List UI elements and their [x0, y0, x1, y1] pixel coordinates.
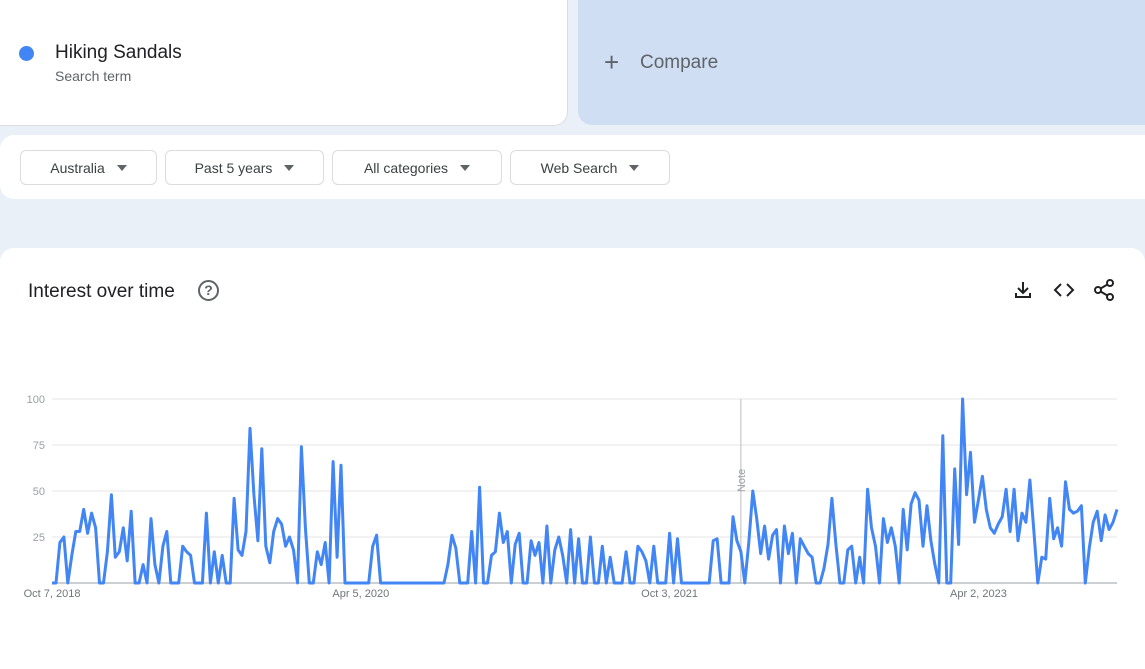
help-icon[interactable]: ?	[198, 280, 219, 301]
series-color-dot	[19, 46, 34, 61]
interest-over-time-panel: Interest over time ? 100 75 50 25 Oct 7, 201…	[0, 248, 1145, 669]
caret-down-icon	[116, 164, 127, 171]
caret-down-icon	[284, 164, 295, 171]
compare-label: Compare	[640, 52, 719, 73]
y-tick-label: 100	[27, 394, 45, 406]
caret-down-icon	[629, 164, 640, 171]
filter-bar: Australia Past 5 years All categories We…	[0, 135, 1145, 199]
search-term-name[interactable]: Hiking Sandals	[55, 42, 182, 64]
category-label: All categories	[363, 159, 449, 176]
x-tick-label: Apr 5, 2020	[332, 588, 389, 600]
series-line-hiking-sandals	[52, 397, 1119, 585]
share-icon[interactable]	[1092, 278, 1116, 302]
y-tick-label: 50	[33, 486, 45, 498]
panel-title: Interest over time	[28, 281, 175, 302]
note-annotation-label: Note	[736, 469, 748, 492]
caret-down-icon	[460, 164, 471, 171]
region-label: Australia	[50, 159, 105, 176]
download-icon[interactable]	[1011, 278, 1035, 302]
compare-button[interactable]: + Compare	[578, 0, 1145, 125]
search-term-subtitle: Search term	[55, 68, 132, 84]
embed-code-icon[interactable]	[1052, 278, 1076, 302]
y-tick-label: 25	[33, 532, 45, 544]
time-period-label: Past 5 years	[194, 159, 273, 176]
plus-icon: +	[604, 47, 620, 77]
category-dropdown[interactable]: All categories	[332, 150, 502, 185]
search-type-dropdown[interactable]: Web Search	[510, 150, 670, 185]
region-dropdown[interactable]: Australia	[20, 150, 157, 185]
x-tick-label: Oct 7, 2018	[24, 588, 81, 600]
x-tick-label: Apr 2, 2023	[950, 588, 1007, 600]
time-period-dropdown[interactable]: Past 5 years	[165, 150, 324, 185]
x-tick-label: Oct 3, 2021	[641, 588, 698, 600]
y-tick-label: 75	[33, 440, 45, 452]
search-type-label: Web Search	[540, 159, 618, 176]
line-chart: 100 75 50 25 Oct 7, 2018 Apr 5, 2020 Oct 3, 20…	[24, 394, 1119, 600]
search-term-card[interactable]: Hiking Sandals Search term	[0, 0, 568, 126]
